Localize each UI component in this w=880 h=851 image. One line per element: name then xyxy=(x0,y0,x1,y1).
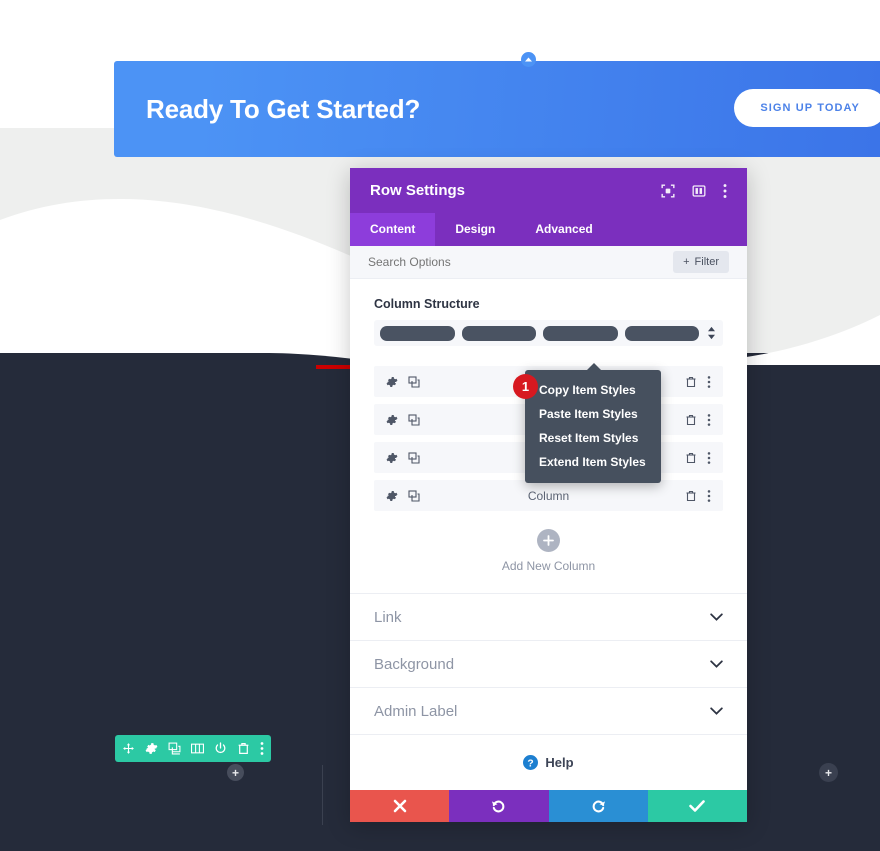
fullscreen-icon[interactable] xyxy=(661,183,675,198)
modal-tabs: Content Design Advanced xyxy=(350,213,747,246)
modal-header-actions xyxy=(661,183,727,198)
accordion-background[interactable]: Background xyxy=(350,640,747,687)
redo-icon xyxy=(592,800,605,812)
power-icon[interactable] xyxy=(214,742,227,755)
table-row[interactable]: Column xyxy=(374,480,723,511)
help-label: Help xyxy=(545,755,574,770)
tab-advanced[interactable]: Advanced xyxy=(515,213,612,246)
accordion-link-label: Link xyxy=(374,608,402,626)
duplicate-icon[interactable] xyxy=(408,375,420,388)
filter-button[interactable]: + Filter xyxy=(673,251,729,273)
discard-button[interactable] xyxy=(350,790,450,822)
row-right-actions xyxy=(685,489,711,502)
menu-item-reset-item-styles[interactable]: Reset Item Styles xyxy=(525,426,661,450)
duplicate-icon[interactable] xyxy=(408,451,420,464)
column-structure-selector[interactable] xyxy=(374,320,723,346)
chevron-up-icon[interactable] xyxy=(521,52,536,67)
row-left-actions xyxy=(386,413,420,426)
kebab-icon[interactable] xyxy=(707,375,711,388)
kebab-icon[interactable] xyxy=(707,489,711,502)
check-icon xyxy=(689,800,706,812)
structure-bar[interactable] xyxy=(461,325,536,341)
x-icon xyxy=(393,799,406,813)
gear-icon[interactable] xyxy=(386,490,398,502)
modal-footer xyxy=(350,790,747,822)
duplicate-icon[interactable] xyxy=(408,413,420,426)
plus-icon: + xyxy=(824,765,832,780)
columns-icon[interactable] xyxy=(191,742,204,755)
plus-icon: + xyxy=(683,256,690,268)
row-right-actions xyxy=(685,451,711,464)
gear-icon[interactable] xyxy=(386,376,398,388)
hero-banner: Ready To Get Started? SIGN UP TODAY xyxy=(114,61,880,157)
signup-button[interactable]: SIGN UP TODAY xyxy=(734,89,880,127)
accordion-admin-label[interactable]: Admin Label xyxy=(350,687,747,734)
status-badge: 1 xyxy=(513,374,538,399)
duplicate-icon[interactable] xyxy=(168,742,181,755)
modal-body: Column Structure Column Add New Column L… xyxy=(350,279,747,790)
gear-icon[interactable] xyxy=(386,414,398,426)
chevron-down-icon xyxy=(710,613,723,621)
undo-icon xyxy=(492,800,505,812)
tab-content[interactable]: Content xyxy=(350,213,436,246)
kebab-icon[interactable] xyxy=(260,742,264,755)
row-left-actions xyxy=(386,451,420,464)
accordion-admin-label-label: Admin Label xyxy=(374,702,458,720)
row-right-actions xyxy=(685,413,711,426)
column-row-label: Column xyxy=(527,488,570,503)
save-button[interactable] xyxy=(647,790,747,822)
add-new-column-label: Add New Column xyxy=(501,559,596,573)
menu-item-extend-item-styles[interactable]: Extend Item Styles xyxy=(525,450,661,474)
modal-header: Row Settings xyxy=(350,168,747,213)
gear-icon[interactable] xyxy=(386,452,398,464)
filter-button-label: Filter xyxy=(694,256,719,268)
question-circle-icon: ? xyxy=(523,755,539,770)
hero-title: Ready To Get Started? xyxy=(146,93,421,124)
kebab-icon[interactable] xyxy=(707,451,711,464)
menu-item-paste-item-styles[interactable]: Paste Item Styles xyxy=(525,402,661,426)
row-settings-modal: Row Settings Content Design Advanced + F… xyxy=(350,168,747,822)
item-styles-context-menu: 1 Copy Item Styles Paste Item Styles Res… xyxy=(513,363,661,483)
row-left-actions xyxy=(386,489,420,502)
row-right-actions xyxy=(685,375,711,388)
menu-item-copy-item-styles[interactable]: Copy Item Styles xyxy=(525,378,661,402)
redo-button[interactable] xyxy=(548,790,648,822)
move-icon[interactable] xyxy=(122,742,135,755)
kebab-icon[interactable] xyxy=(723,183,727,198)
updown-caret-icon[interactable] xyxy=(706,326,717,340)
duplicate-icon[interactable] xyxy=(408,489,420,502)
search-bar: + Filter xyxy=(350,246,747,279)
plus-icon xyxy=(537,529,560,552)
add-new-column-button[interactable]: Add New Column xyxy=(350,518,747,593)
trash-icon[interactable] xyxy=(685,490,697,502)
gear-icon[interactable] xyxy=(145,742,158,755)
trash-icon[interactable] xyxy=(237,742,250,755)
add-section-below-button[interactable]: + xyxy=(227,764,244,781)
plus-icon: + xyxy=(231,765,239,780)
search-input[interactable] xyxy=(368,255,674,269)
row-left-actions xyxy=(386,375,420,388)
svg-text:?: ? xyxy=(528,758,534,769)
chevron-down-icon xyxy=(710,707,723,715)
column-structure-label: Column Structure xyxy=(374,297,480,311)
tab-design[interactable]: Design xyxy=(435,213,515,246)
undo-button[interactable] xyxy=(449,790,549,822)
section-toolbar[interactable] xyxy=(115,735,271,762)
help-button[interactable]: ? Help xyxy=(350,734,747,790)
add-section-right-button[interactable]: + xyxy=(819,763,838,782)
layout-guide-line xyxy=(322,765,323,825)
structure-bar[interactable] xyxy=(543,325,618,341)
accordion-link[interactable]: Link xyxy=(350,593,747,640)
trash-icon[interactable] xyxy=(685,414,697,426)
chevron-down-icon xyxy=(710,660,723,668)
structure-bar[interactable] xyxy=(380,325,455,341)
structure-bar[interactable] xyxy=(624,325,699,341)
kebab-icon[interactable] xyxy=(707,413,711,426)
trash-icon[interactable] xyxy=(685,452,697,464)
page-title: Row Settings xyxy=(370,182,466,199)
layout-panel-icon[interactable] xyxy=(692,184,706,198)
trash-icon[interactable] xyxy=(685,376,697,388)
accordion-background-label: Background xyxy=(374,655,455,673)
